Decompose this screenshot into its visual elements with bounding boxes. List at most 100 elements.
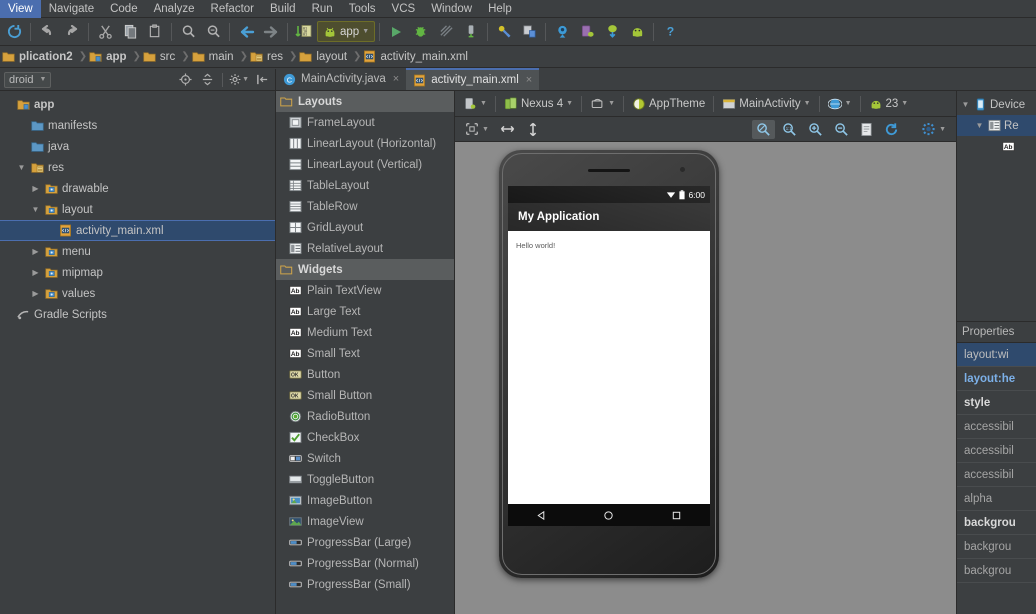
back-icon[interactable]	[234, 20, 258, 44]
replace-icon[interactable]	[201, 20, 225, 44]
undo-icon[interactable]	[35, 20, 59, 44]
project-tree[interactable]: app manifests java ▼ res ▶ drawable ▼ layout acti…	[0, 91, 275, 614]
help-icon[interactable]: ?	[658, 20, 682, 44]
chevron-right-icon[interactable]: ▶	[30, 183, 41, 194]
sdk-manager-icon[interactable]	[575, 20, 599, 44]
chevron-down-icon[interactable]: ▼	[939, 126, 946, 133]
menu-item-help[interactable]: Help	[480, 0, 520, 18]
property-row[interactable]: layout:he	[957, 367, 1036, 391]
settings-icon[interactable]: ▼	[229, 71, 249, 89]
orientation-selector[interactable]: ▼	[586, 95, 619, 113]
zoom-out-icon[interactable]	[830, 120, 853, 139]
palette-item[interactable]: LinearLayout (Horizontal)	[276, 133, 454, 154]
android-monitor-icon[interactable]	[550, 20, 574, 44]
property-row[interactable]: accessibil	[957, 439, 1036, 463]
hide-icon[interactable]	[253, 71, 271, 89]
property-row[interactable]: backgrou	[957, 535, 1036, 559]
breadcrumb-item[interactable]: layout	[297, 50, 353, 63]
menu-item-tools[interactable]: Tools	[341, 0, 384, 18]
sdk-download-icon[interactable]	[600, 20, 624, 44]
chevron-down-icon[interactable]: ▼	[608, 100, 615, 107]
breadcrumb-item[interactable]: plication2	[0, 50, 79, 63]
palette-item[interactable]: Ab Small Text	[276, 343, 454, 364]
run-icon[interactable]	[384, 20, 408, 44]
palette-item[interactable]: ProgressBar (Small)	[276, 574, 454, 595]
layout-settings-icon[interactable]: ▼	[917, 120, 950, 139]
paste-icon[interactable]	[143, 20, 167, 44]
palette-item[interactable]: TableRow	[276, 196, 454, 217]
project-tree-item[interactable]: ▶ values	[0, 283, 275, 304]
palette-item[interactable]: ImageButton	[276, 490, 454, 511]
chevron-down-icon[interactable]: ▼	[804, 100, 811, 107]
chevron-down-icon[interactable]: ▼	[39, 76, 46, 83]
property-row[interactable]: layout:wi	[957, 343, 1036, 367]
fit-height-icon[interactable]	[522, 120, 544, 139]
run-configuration-selector[interactable]: app ▼	[317, 21, 376, 42]
constraint-icon[interactable]: ▼	[461, 120, 493, 138]
chevron-down-icon[interactable]: ▼	[362, 28, 369, 35]
forward-icon[interactable]	[259, 20, 283, 44]
menu-item-run[interactable]: Run	[304, 0, 341, 18]
back-nav-icon[interactable]	[536, 510, 547, 521]
palette-list[interactable]: Layouts FrameLayout LinearLayout (Horizont…	[276, 91, 454, 614]
chevron-down-icon[interactable]: ▼	[480, 100, 487, 107]
editor-tab[interactable]: C MainActivity.java ×	[276, 68, 406, 90]
property-row[interactable]: accessibil	[957, 415, 1036, 439]
project-tree-item[interactable]: ▶ menu	[0, 241, 275, 262]
theme-selector[interactable]: AppTheme	[628, 95, 709, 113]
chevron-down-icon[interactable]: ▼	[30, 204, 41, 215]
palette-item[interactable]: OK Button	[276, 364, 454, 385]
breadcrumb-item[interactable]: activity_main.xml	[361, 50, 474, 63]
palette-item[interactable]: CheckBox	[276, 427, 454, 448]
api-level-selector[interactable]: 23 ▼	[865, 95, 913, 113]
palette-item[interactable]: OK Small Button	[276, 385, 454, 406]
zoom-actual-icon[interactable]: 1:1	[778, 120, 801, 139]
redo-icon[interactable]	[60, 20, 84, 44]
collapse-all-icon[interactable]	[198, 71, 216, 89]
sync-gradle-icon[interactable]	[492, 20, 516, 44]
palette-item[interactable]: Switch	[276, 448, 454, 469]
render-icon[interactable]	[856, 120, 877, 139]
palette-item[interactable]: GridLayout	[276, 217, 454, 238]
palette-item[interactable]: LinearLayout (Vertical)	[276, 154, 454, 175]
chevron-right-icon[interactable]: ▶	[30, 288, 41, 299]
menu-item-vcs[interactable]: VCS	[384, 0, 424, 18]
palette-item[interactable]: ImageView	[276, 511, 454, 532]
locale-selector[interactable]: ▼	[824, 95, 856, 113]
layout-content[interactable]: Hello world!	[508, 231, 710, 504]
palette-item[interactable]: Ab Medium Text	[276, 322, 454, 343]
palette-item[interactable]: TableLayout	[276, 175, 454, 196]
menu-item-build[interactable]: Build	[262, 0, 304, 18]
menu-item-view[interactable]: View	[0, 0, 41, 18]
palette-item[interactable]: Ab Large Text	[276, 301, 454, 322]
project-tree-item[interactable]: ▶ mipmap	[0, 262, 275, 283]
chevron-down-icon[interactable]: ▼	[16, 162, 27, 173]
property-row[interactable]: accessibil	[957, 463, 1036, 487]
chevron-right-icon[interactable]: ▶	[30, 246, 41, 257]
hello-world-textview[interactable]: Hello world!	[516, 241, 555, 250]
design-canvas[interactable]: 6:00 My Application Hello world!	[455, 142, 956, 614]
fit-width-icon[interactable]	[496, 120, 519, 138]
android-icon[interactable]	[625, 20, 649, 44]
property-row[interactable]: backgrou	[957, 559, 1036, 583]
project-tree-item[interactable]: ▶ drawable	[0, 178, 275, 199]
palette-item[interactable]: Ab Plain TextView	[276, 280, 454, 301]
menu-item-code[interactable]: Code	[102, 0, 146, 18]
palette-item[interactable]: ProgressBar (Large)	[276, 532, 454, 553]
home-nav-icon[interactable]	[603, 510, 614, 521]
project-tree-item[interactable]: manifests	[0, 115, 275, 136]
cut-icon[interactable]	[93, 20, 117, 44]
property-row[interactable]: alpha	[957, 487, 1036, 511]
find-icon[interactable]	[176, 20, 200, 44]
editor-tab[interactable]: activity_main.xml ×	[406, 68, 540, 90]
sync-icon[interactable]	[2, 20, 26, 44]
chevron-right-icon[interactable]: ▶	[30, 267, 41, 278]
zoom-in-icon[interactable]	[804, 120, 827, 139]
palette-item[interactable]: ToggleButton	[276, 469, 454, 490]
component-tree-node[interactable]: ▼ Device	[957, 94, 1036, 115]
copy-icon[interactable]	[118, 20, 142, 44]
coverage-icon[interactable]	[434, 20, 458, 44]
preview-screen[interactable]: 6:00 My Application Hello world!	[508, 186, 710, 526]
device-config-button[interactable]: ▼	[459, 95, 491, 113]
component-tree-node[interactable]: ▼ Re	[957, 115, 1036, 136]
